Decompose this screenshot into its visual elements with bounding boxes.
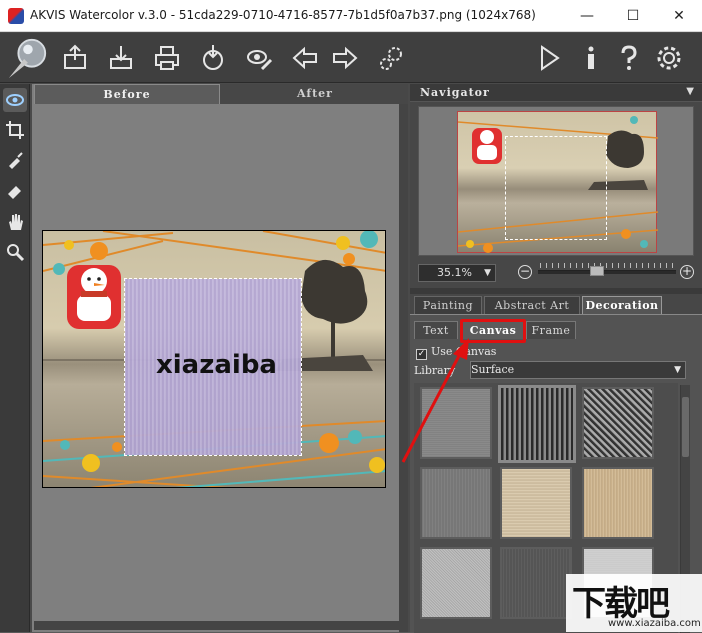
texture-swatch-7[interactable] [420, 547, 492, 619]
texture-swatch-4[interactable] [420, 467, 492, 539]
texture-swatch-5[interactable] [500, 467, 572, 539]
maximize-button[interactable]: ☐ [610, 0, 656, 32]
canvas-vertical-scrollbar[interactable] [399, 104, 408, 632]
brush-tool-icon[interactable] [3, 148, 27, 172]
navigator-preview [418, 106, 694, 256]
settings-panel: Navigator ▼ 35.1% ▼ − + Painting Abstrac… [410, 84, 702, 633]
tab-after[interactable]: After [222, 84, 408, 104]
save-icon[interactable] [104, 41, 138, 75]
subtab-frame[interactable]: Frame [526, 321, 576, 339]
zoom-slider-ticks [540, 263, 674, 268]
tab-painting[interactable]: Painting [414, 296, 482, 314]
share-icon[interactable] [196, 41, 230, 75]
info-icon[interactable] [574, 41, 608, 75]
subtab-text[interactable]: Text [414, 321, 458, 339]
zoom-slider[interactable] [538, 270, 676, 274]
crop-tool-icon[interactable] [3, 118, 27, 142]
app-logo-icon [8, 8, 24, 24]
use-canvas-label: Use Canvas [431, 345, 497, 358]
zoom-slider-thumb[interactable] [590, 266, 604, 276]
window-title: AKVIS Watercolor v.3.0 - 51cda229-0710-4… [30, 8, 536, 22]
title-bar: AKVIS Watercolor v.3.0 - 51cda229-0710-4… [0, 0, 702, 32]
library-value: Surface [471, 363, 515, 376]
preview-tool-icon[interactable] [3, 88, 27, 112]
hand-tool-icon[interactable] [3, 210, 27, 234]
zoom-in-icon[interactable]: + [680, 265, 694, 279]
zoom-tool-icon[interactable] [3, 240, 27, 264]
close-button[interactable]: ✕ [656, 0, 702, 32]
texture-swatch-1[interactable] [420, 387, 492, 459]
back-icon[interactable] [288, 41, 322, 75]
tab-before[interactable]: Before [34, 84, 220, 104]
use-canvas-checkbox[interactable]: ✓ Use Canvas [416, 345, 496, 361]
app-window: AKVIS Watercolor v.3.0 - 51cda229-0710-4… [0, 0, 702, 633]
zoom-value: 35.1% [437, 266, 472, 279]
scrollbar-thumb[interactable] [682, 397, 689, 457]
library-label: Library [414, 364, 456, 377]
open-icon[interactable] [58, 41, 92, 75]
tab-decoration[interactable]: Decoration [582, 296, 662, 314]
print-icon[interactable] [150, 41, 184, 75]
before-after-tabs: Before After [34, 84, 408, 104]
minimize-button[interactable]: — [564, 0, 610, 32]
panel-divider [410, 288, 702, 294]
library-select[interactable]: Surface ▼ [470, 361, 686, 379]
navigator-header: Navigator ▼ [410, 84, 702, 102]
collapse-icon[interactable]: ▼ [686, 86, 694, 97]
highlight-box [460, 319, 526, 343]
texture-swatch-2[interactable] [498, 385, 576, 463]
watermark-url: www.xiazaiba.com [608, 618, 701, 629]
eraser-tool-icon[interactable] [3, 178, 27, 202]
chevron-down-icon: ▼ [674, 365, 681, 375]
settings-icon[interactable] [652, 41, 686, 75]
tools-panel [0, 84, 30, 632]
navigator-title: Navigator [420, 86, 490, 99]
texture-swatch-6[interactable] [582, 467, 654, 539]
forward-icon[interactable] [328, 41, 362, 75]
run-icon[interactable] [532, 41, 566, 75]
texture-swatch-8[interactable] [500, 547, 572, 619]
image-canvas-area: Before After xiazaiba [32, 84, 408, 632]
zoom-out-icon[interactable]: − [518, 265, 532, 279]
zoom-controls: 35.1% ▼ − + [410, 262, 702, 284]
preferences-icon[interactable] [242, 41, 276, 75]
chevron-down-icon: ▼ [484, 268, 491, 278]
checkbox-check-icon: ✓ [416, 349, 427, 360]
navigator-viewport[interactable] [505, 136, 607, 240]
toolbar [0, 33, 702, 83]
overlay-text: xiazaiba [156, 350, 277, 380]
zoom-select[interactable]: 35.1% ▼ [418, 264, 496, 282]
texture-swatch-3[interactable] [582, 387, 654, 459]
watermark: 下载吧 www.xiazaiba.com [566, 574, 702, 632]
canvas-horizontal-scrollbar[interactable] [34, 621, 399, 630]
batch-icon[interactable] [374, 41, 408, 75]
help-icon[interactable] [612, 41, 646, 75]
settings-tabs: Painting Abstract Art Decoration [410, 296, 702, 314]
akvis-logo-icon [2, 35, 52, 81]
tab-abstract-art[interactable]: Abstract Art [484, 296, 580, 314]
